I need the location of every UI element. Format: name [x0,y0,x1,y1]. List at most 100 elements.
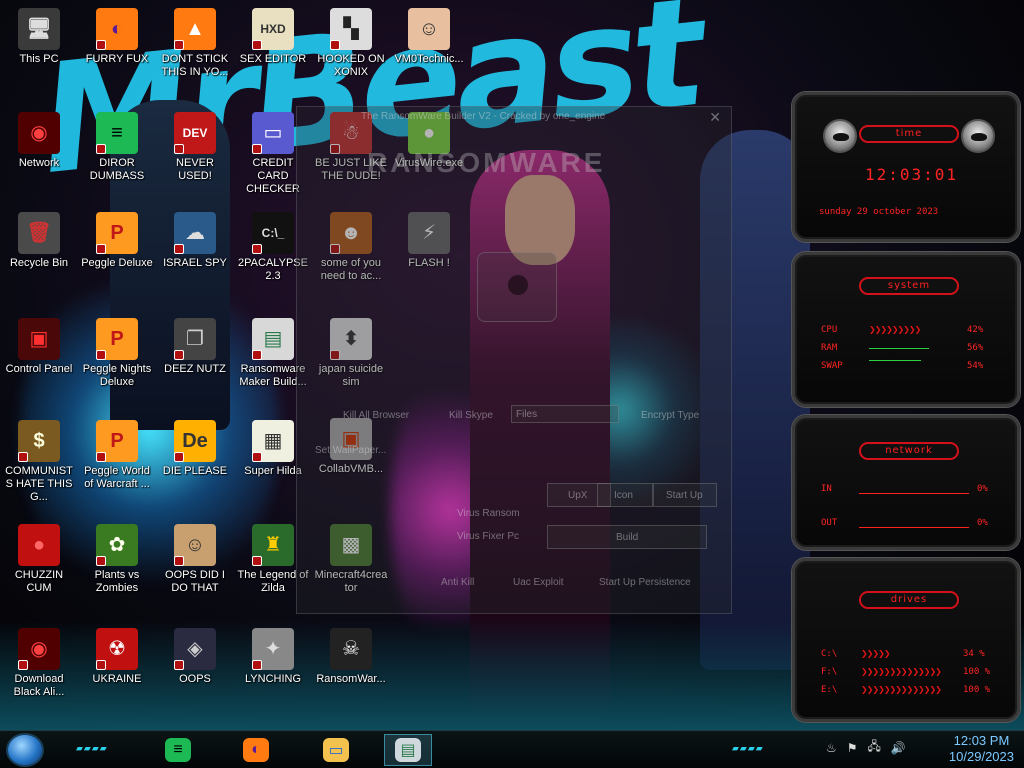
shortcut-overlay-icon [96,350,106,360]
desktop-icon-israel-spy[interactable]: ☁ ISRAEL SPY [158,212,232,270]
hooked-on-xonix-icon: ▚ [330,8,372,50]
cpu-label: CPU [821,325,838,335]
desktop-icon-dior-dumbass[interactable]: ≡ DIROR DUMBASS [80,112,154,183]
out-graph [859,512,969,528]
taskbar-decoration: ▰▰▰▰ [732,743,764,753]
anti-kill-checkbox[interactable]: Anti Kill [441,577,474,588]
ram-value: 56% [967,343,984,353]
startup-persistence-checkbox[interactable]: Start Up Persistence [599,577,691,588]
shortcut-overlay-icon [330,40,340,50]
desktop-icon-recycle-bin[interactable]: 🗑 Recycle Bin [2,212,76,270]
build-button[interactable]: Build [547,525,707,549]
start-button[interactable] [6,733,44,767]
uac-exploit-checkbox[interactable]: Uac Exploit [513,577,564,588]
ransomware-maker-icon: ▤ [252,318,294,360]
shortcut-overlay-icon [96,40,106,50]
desktop-icon-peggle-deluxe[interactable]: P Peggle Deluxe [80,212,154,270]
super-hilda-icon: ▦ [252,420,294,462]
lynching-icon: ✦ [252,628,294,670]
kill-browser-checkbox[interactable]: Kill All Browser [343,410,409,421]
flag-icon[interactable]: ⚑ [847,741,858,755]
in-label: IN [821,484,832,494]
deez-nutz-icon: ❐ [174,318,216,360]
sex-editor-icon: HXD [252,8,294,50]
desktop-icon-vm0technic[interactable]: ☺ VM0Technic... [392,8,466,66]
desktop-icon-label: Control Panel [5,363,73,375]
desktop-icon-die-please[interactable]: De DIE PLEASE [158,420,232,478]
taskbar-button-firefox[interactable]: ◐ [232,734,280,766]
shortcut-overlay-icon [252,144,262,154]
desktop-icon-hooked-on-xonix[interactable]: ▚ HOOKED ON XONIX [314,8,388,79]
drive-value: 100 % [963,667,991,677]
system-tray: ♨ ⚑ 🖧 🔊 [826,737,906,758]
shortcut-overlay-icon [96,660,106,670]
taskbar-button-ransomware-builder[interactable]: ▤ [384,734,432,766]
this-pc-icon: 🖥 [18,8,60,50]
desktop-icon-peggle-nights[interactable]: P Peggle Nights Deluxe [80,318,154,389]
clock-date: 10/29/2023 [948,749,1014,764]
desktop-icon-control-panel[interactable]: ▣ Control Panel [2,318,76,376]
close-icon[interactable]: ✕ [709,109,721,126]
desktop-icon-sex-editor[interactable]: HXD SEX EDITOR [236,8,310,66]
cpu-value: 42% [967,325,984,335]
taskbar-button-spotify[interactable]: ≡ [154,734,202,766]
desktop-icon-plants-vs-zombies[interactable]: ✿ Plants vs Zombies [80,524,154,595]
desktop-icon-label: Network [18,157,60,169]
files-select[interactable]: Files [511,405,619,423]
virus-fixer-radio[interactable]: Virus Fixer Pc [457,531,519,542]
lock-icon [477,252,557,322]
desktop-icon-oops-did-i[interactable]: ☺ OOPS DID I DO THAT [158,524,232,595]
upx-label: UpX [568,490,588,501]
desktop-icon-label: COMMUNISTS HATE THIS G... [5,465,73,503]
ransomware-builder-window[interactable]: The RansomWare Builder V2 - Cracked by o… [296,106,732,614]
desktop-icon-download-black[interactable]: ◉ Download Black Ali... [2,628,76,699]
desktop-icon-dont-stick[interactable]: ▲ DONT STICK THIS IN YO... [158,8,232,79]
firefox-icon: ◐ [243,738,269,762]
time-value: 12:03:01 [865,165,959,184]
desktop-icon-label: Download Black Ali... [13,673,65,698]
desktop-icon-communists[interactable]: $ COMMUNISTS HATE THIS G... [2,420,76,504]
desktop-icon-chuzzin[interactable]: ● CHUZZIN CUM [2,524,76,595]
desktop-icon-lynching[interactable]: ✦ LYNCHING [236,628,310,686]
window-title: The RansomWare Builder V2 - Cracked by o… [361,111,606,122]
desktop-icon-ukraine[interactable]: ☢ UKRAINE [80,628,154,686]
desktop-icon-peggle-world[interactable]: P Peggle World of Warcraft ... [80,420,154,491]
desktop-icon-furry-fux[interactable]: ◐ FURRY FUX [80,8,154,66]
desktop-icon-label: NEVER USED! [176,157,214,182]
shortcut-overlay-icon [174,244,184,254]
kill-skype-checkbox[interactable]: Kill Skype [449,410,493,421]
virus-ransom-radio[interactable]: Virus Ransom [457,508,520,519]
desktop-icon-network[interactable]: ◉ Network [2,112,76,170]
shortcut-overlay-icon [18,452,28,462]
peggle-world-icon: P [96,420,138,462]
taskbar-clock[interactable]: 12:03 PM 10/29/2023 [949,733,1014,765]
desktop-icon-ransomwar[interactable]: ☠ RansomWar... [314,628,388,686]
java-icon[interactable]: ♨ [826,741,837,755]
desktop-icon-this-pc[interactable]: 🖥 This PC [2,8,76,66]
desktop-icon-label: LYNCHING [244,673,302,685]
network-panel: network IN 0% OUT 0% [792,415,1020,550]
desktop-icon-deez-nutz[interactable]: ❐ DEEZ NUTZ [158,318,232,376]
alien-logo-icon [823,119,857,153]
system-title: system [859,277,959,295]
shortcut-overlay-icon [174,40,184,50]
cpu-bar: ❯❯❯❯❯❯❯❯❯ [869,325,921,334]
desktop-icon-never-used[interactable]: DEV NEVER USED! [158,112,232,183]
never-used-icon: DEV [174,112,216,154]
startup-button[interactable]: Start Up [653,483,717,507]
shortcut-overlay-icon [174,144,184,154]
icon-button[interactable]: Icon [597,483,653,507]
in-graph [859,482,969,494]
speaker-icon[interactable]: 🔊 [891,741,906,755]
oops-icon: ◈ [174,628,216,670]
startup-label: Start Up [666,490,703,501]
network-icon[interactable]: 🖧 [868,737,881,758]
desktop-icon-label: Recycle Bin [9,257,69,269]
taskbar-button-file-explorer[interactable]: ▭ [312,734,360,766]
desktop-icon-oops[interactable]: ◈ OOPS [158,628,232,686]
desktop-icon-label: DIROR DUMBASS [89,157,145,182]
recycle-bin-icon: 🗑 [18,212,60,254]
set-wallpaper-checkbox[interactable]: Set WallPaper... [315,445,386,456]
network-icon: ◉ [18,112,60,154]
desktop-icon-label: OOPS DID I DO THAT [165,569,225,594]
